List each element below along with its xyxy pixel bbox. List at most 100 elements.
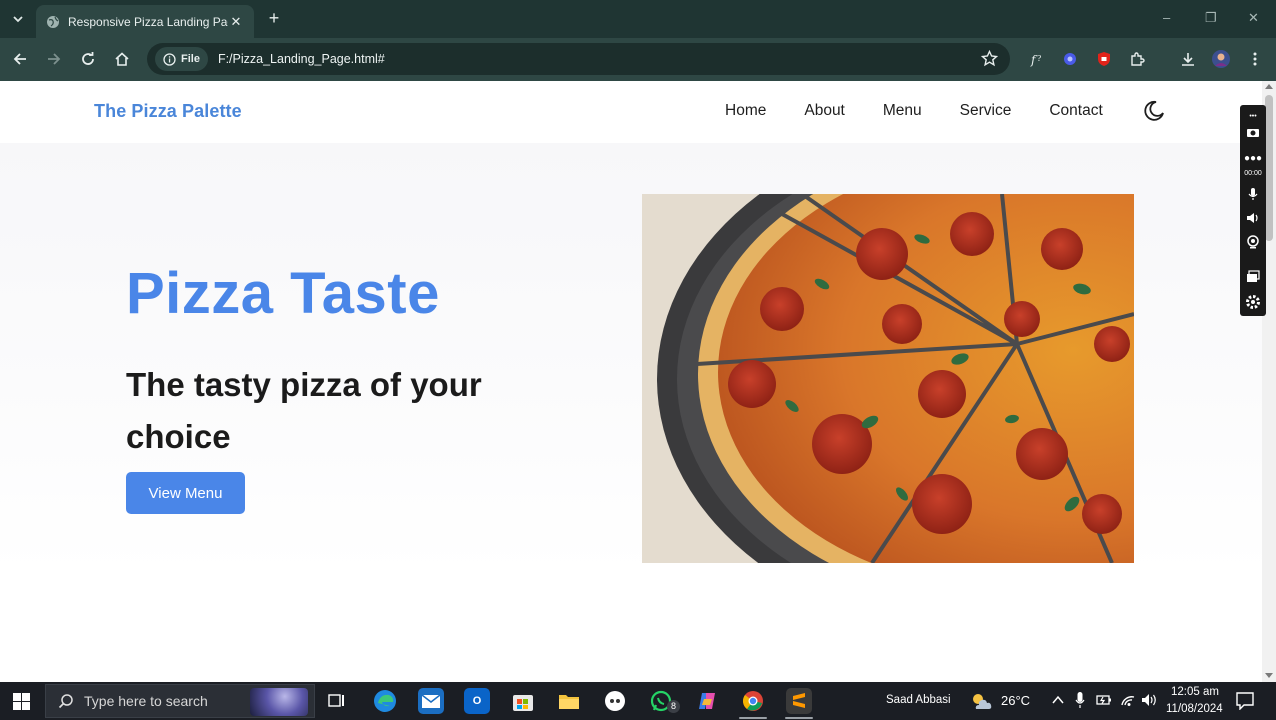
chrome-icon	[743, 691, 763, 711]
microphone-tray-icon[interactable]	[1075, 692, 1085, 708]
edge-icon	[374, 690, 396, 712]
tab-title: Responsive Pizza Landing Page	[68, 14, 228, 29]
store-icon	[513, 695, 533, 711]
web-page: The Pizza Palette Home About Menu Servic…	[0, 81, 1262, 682]
sublime-active-indicator	[785, 717, 813, 719]
outlook-icon: O	[472, 695, 482, 707]
kebab-menu-icon	[1253, 52, 1257, 66]
profile-button[interactable]	[1211, 49, 1231, 69]
taskbar-search-box[interactable]: Type here to search	[45, 684, 315, 718]
store-app[interactable]	[510, 688, 536, 714]
windows-start-icon[interactable]	[13, 693, 30, 710]
star-icon[interactable]	[981, 50, 998, 67]
view-menu-button[interactable]: View Menu	[126, 472, 245, 514]
reload-icon	[82, 52, 94, 65]
site-logo[interactable]: The Pizza Palette	[94, 101, 242, 122]
recorder-timer: 00:00	[1244, 169, 1262, 177]
chrome-app[interactable]	[740, 688, 766, 714]
hero-title: Pizza Taste	[126, 261, 440, 326]
camera-icon[interactable]	[1244, 123, 1262, 141]
site-info-chip[interactable]: File	[155, 47, 208, 71]
volume-icon[interactable]	[1141, 693, 1159, 707]
scrollbar-thumb[interactable]	[1265, 95, 1273, 241]
svg-text:?: ?	[1037, 54, 1041, 63]
windows-taskbar: Type here to search O 8 Saad Abbasi 26°C…	[0, 682, 1276, 720]
notifications-icon[interactable]	[1236, 692, 1254, 710]
scroll-down-arrow[interactable]	[1265, 673, 1273, 678]
speaker-icon[interactable]	[1244, 209, 1262, 227]
wifi-icon[interactable]	[1120, 693, 1136, 707]
avatar	[1212, 50, 1230, 68]
tab-search-button[interactable]	[6, 7, 30, 31]
outlook-app[interactable]: O	[464, 688, 490, 714]
recorder-panel: ••• ●●● 00:00	[1240, 105, 1266, 316]
sublime-text-icon	[793, 693, 805, 708]
weather-icon[interactable]	[970, 691, 992, 711]
search-placeholder: Type here to search	[84, 693, 208, 709]
reload-button[interactable]	[78, 49, 98, 69]
weather-temp[interactable]: 26°C	[1001, 693, 1030, 708]
minimize-button[interactable]: –	[1163, 10, 1170, 25]
pizza-image	[642, 194, 1134, 563]
download-icon	[1182, 53, 1194, 66]
adblock-extension-button[interactable]	[1094, 49, 1114, 69]
chevron-up-icon[interactable]	[1052, 695, 1064, 705]
downloads-button[interactable]	[1178, 49, 1198, 69]
close-window-button[interactable]: ✕	[1248, 10, 1259, 26]
browser-toolbar: File F:/Pizza_Landing_Page.html# f?	[0, 38, 1276, 81]
edge-app[interactable]	[372, 688, 398, 714]
hero-subtitle: The tasty pizza of your choice	[126, 366, 482, 455]
folder-icon	[559, 695, 579, 709]
whatsapp-badge: 8	[667, 700, 680, 713]
browser-menu-button[interactable]	[1245, 49, 1265, 69]
file-explorer-app[interactable]	[556, 688, 582, 714]
nav-service[interactable]: Service	[960, 102, 1012, 120]
url-scheme-label: File	[181, 53, 200, 65]
chrome-active-indicator	[739, 717, 767, 719]
url-text[interactable]: F:/Pizza_Landing_Page.html#	[218, 52, 1010, 66]
function-extension-button[interactable]: f?	[1027, 49, 1047, 69]
battery-icon[interactable]	[1096, 693, 1112, 707]
task-view-button[interactable]	[324, 688, 350, 714]
media-player-icon	[605, 691, 625, 711]
copilot-app[interactable]	[694, 688, 720, 714]
restore-button[interactable]: ❐	[1205, 10, 1217, 26]
sublime-app[interactable]	[786, 688, 812, 714]
search-icon	[58, 694, 73, 709]
dark-mode-toggle-icon[interactable]	[1143, 100, 1165, 122]
clock-date[interactable]: 11/08/2024	[1166, 703, 1223, 715]
screen-icon[interactable]	[1244, 267, 1262, 285]
site-navbar: The Pizza Palette Home About Menu Servic…	[0, 81, 1262, 143]
puzzle-icon	[1130, 51, 1145, 66]
arrow-right-icon	[48, 53, 61, 65]
scroll-up-arrow[interactable]	[1265, 84, 1273, 89]
browser-tab-active[interactable]: Responsive Pizza Landing Page ✕	[36, 5, 254, 38]
search-highlight-art	[250, 688, 308, 716]
nav-about[interactable]: About	[804, 102, 845, 120]
user-name[interactable]: Saad Abbasi	[886, 694, 951, 706]
nav-menu[interactable]: Menu	[883, 102, 922, 120]
extensions-button[interactable]	[1127, 49, 1147, 69]
browser-tab-bar: Responsive Pizza Landing Page ✕ + – ❐ ✕	[0, 0, 1276, 38]
microphone-icon[interactable]	[1244, 185, 1262, 203]
nav-contact[interactable]: Contact	[1049, 102, 1102, 120]
nav-home[interactable]: Home	[725, 102, 766, 120]
address-bar[interactable]: File F:/Pizza_Landing_Page.html#	[147, 43, 1010, 75]
clock-time[interactable]: 12:05 am	[1171, 686, 1219, 698]
home-button[interactable]	[112, 49, 132, 69]
settings-icon[interactable]	[1244, 293, 1262, 311]
new-tab-button[interactable]: +	[264, 8, 284, 28]
gear-extension-button[interactable]	[1060, 49, 1080, 69]
nav-links: Home About Menu Service Contact	[725, 102, 1141, 120]
globe-icon	[47, 15, 59, 28]
arrow-left-icon	[13, 53, 26, 65]
media-app[interactable]	[602, 688, 628, 714]
forward-button[interactable]	[44, 49, 64, 69]
back-button[interactable]	[10, 49, 30, 69]
cog-extension-icon	[1064, 53, 1076, 65]
copilot-icon	[699, 693, 715, 709]
mail-app[interactable]	[418, 688, 444, 714]
shield-icon	[1098, 52, 1110, 66]
close-tab-icon[interactable]: ✕	[228, 14, 244, 30]
webcam-icon[interactable]	[1244, 233, 1262, 251]
